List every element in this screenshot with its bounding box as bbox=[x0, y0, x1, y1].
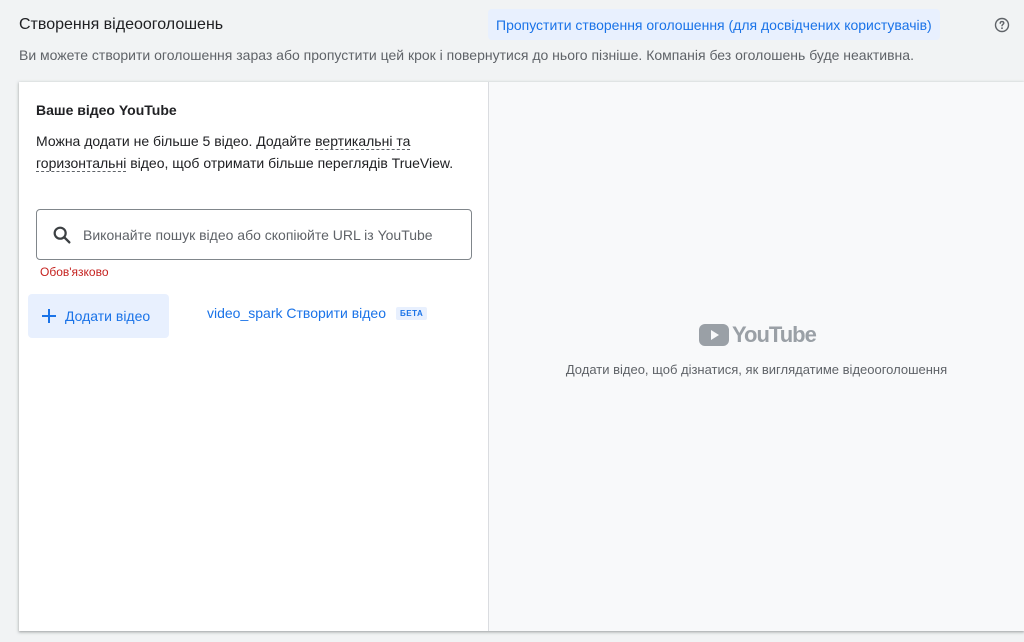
skip-ad-creation-link[interactable]: Пропустити створення оголошення (для дос… bbox=[488, 9, 940, 40]
preview-hint: Додати відео, щоб дізнатися, як виглядат… bbox=[565, 362, 948, 377]
youtube-logo: YouTube bbox=[699, 322, 817, 348]
desc-text-1: Можна додати не більше 5 відео. Додайте bbox=[36, 133, 316, 149]
create-video-label: Створити відео bbox=[286, 305, 386, 321]
video-ad-card: Ваше відео YouTube Можна додати не більш… bbox=[19, 82, 1024, 631]
video-limit-description: Можна додати не більше 5 відео. Додайте … bbox=[36, 130, 456, 174]
youtube-video-panel: Ваше відео YouTube Можна додати не більш… bbox=[19, 82, 489, 631]
add-video-label: Додати відео bbox=[65, 308, 151, 324]
ad-creation-page: Створення відеооголошень Пропустити ство… bbox=[0, 0, 1024, 642]
page-subtitle: Ви можете створити оголошення зараз або … bbox=[19, 47, 914, 63]
page-title: Створення відеооголошень bbox=[19, 16, 224, 33]
youtube-logo-text: YouTube bbox=[732, 322, 817, 347]
ad-preview-panel: YouTube Додати відео, щоб дізнатися, як … bbox=[489, 82, 1024, 631]
youtube-play-icon bbox=[699, 324, 729, 346]
add-video-button[interactable]: Додати відео bbox=[28, 294, 169, 338]
video-search-input[interactable] bbox=[83, 226, 463, 243]
required-error-text: Обов'язково bbox=[40, 265, 109, 279]
search-icon bbox=[53, 226, 71, 244]
video-spark-label: video_spark bbox=[207, 305, 283, 321]
section-title: Ваше відео YouTube bbox=[36, 102, 177, 118]
desc-text-2: відео, щоб отримати більше переглядів Tr… bbox=[126, 155, 454, 171]
video-search-field[interactable] bbox=[36, 209, 472, 260]
create-video-link[interactable]: video_spark Створити відео БЕТА bbox=[207, 305, 428, 321]
beta-badge: БЕТА bbox=[396, 306, 428, 320]
plus-icon bbox=[42, 309, 56, 323]
help-circle-icon[interactable] bbox=[994, 17, 1010, 33]
